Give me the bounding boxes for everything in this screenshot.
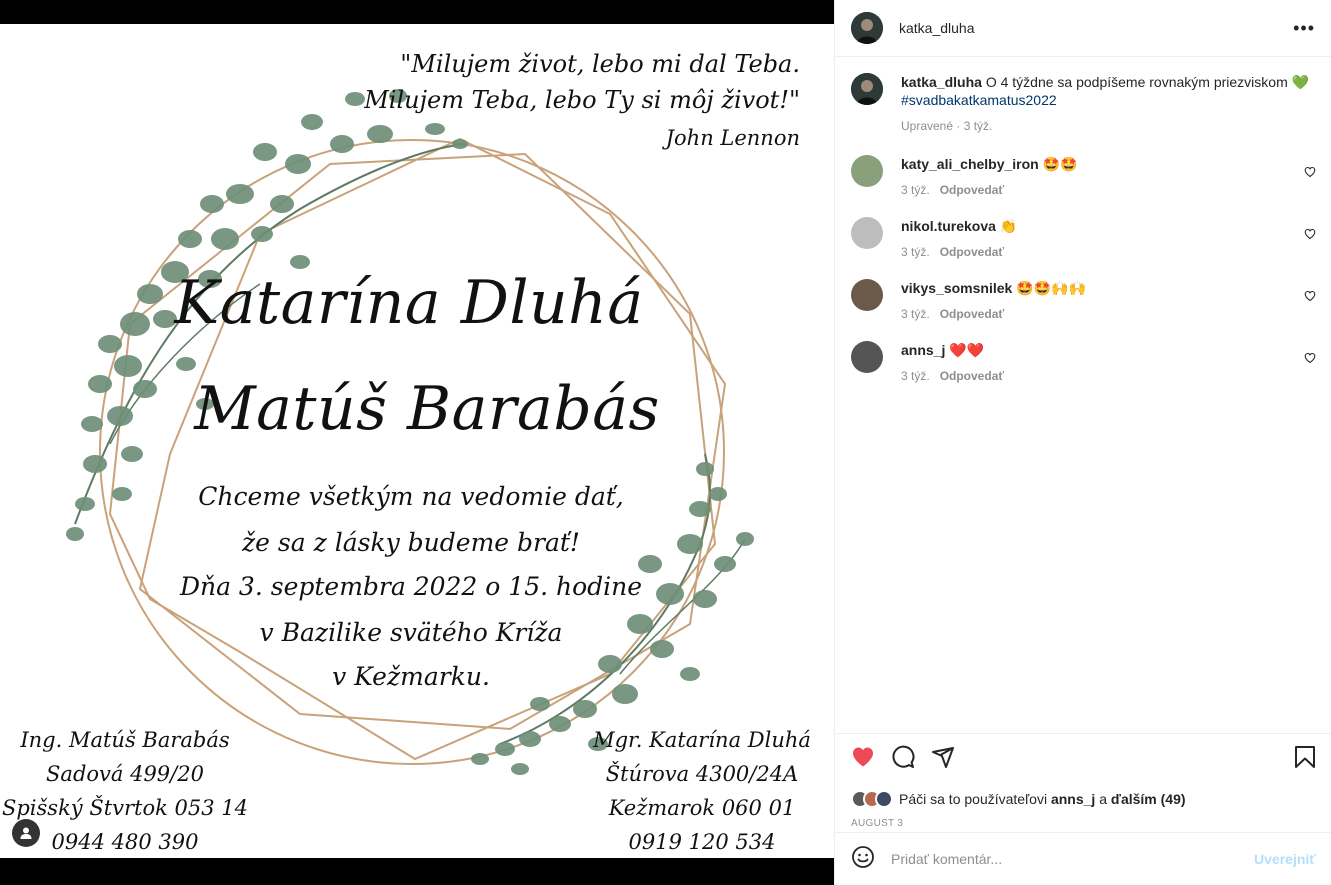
quote-author: John Lennon — [665, 126, 800, 150]
post-side-panel: katka_dluha ••• katka_dluha O 4 týždne s… — [834, 0, 1331, 885]
commenter-username[interactable]: vikys_somsnilek — [901, 280, 1012, 296]
more-options-button[interactable]: ••• — [1293, 18, 1315, 39]
caption-avatar[interactable] — [851, 73, 883, 105]
comment-like-button[interactable] — [1304, 165, 1316, 178]
tagged-users-button[interactable] — [12, 819, 40, 847]
caption-username[interactable]: katka_dluha — [901, 74, 982, 90]
add-comment-bar: Uverejniť — [835, 832, 1331, 885]
post-media[interactable]: "Milujem život, lebo mi dal Teba. Miluje… — [0, 0, 834, 885]
comment-item: vikys_somsnilek 🤩🤩🙌🙌 3 týž. Odpovedať — [851, 279, 1316, 323]
liker-avatar — [875, 790, 893, 808]
post-actions: Páči sa to používateľovi anns_j a ďalším… — [835, 733, 1331, 829]
comments-list[interactable]: katka_dluha O 4 týždne sa podpíšeme rovn… — [835, 57, 1331, 733]
heart-outline-icon — [1304, 166, 1316, 178]
bride-address-city: Kežmarok 060 01 — [608, 796, 796, 820]
reply-button[interactable]: Odpovedať — [940, 245, 1004, 259]
commenter-username[interactable]: katy_ali_chelby_iron — [901, 156, 1039, 172]
commenter-username[interactable]: anns_j — [901, 342, 945, 358]
heart-outline-icon — [1304, 352, 1316, 364]
caption-meta: Upravené · 3 týž. — [901, 119, 993, 133]
groom-address-street: Sadová 499/20 — [46, 762, 204, 786]
comment-text: 👏 — [999, 218, 1018, 234]
wedding-invitation-image: "Milujem život, lebo mi dal Teba. Miluje… — [0, 24, 834, 858]
groom-address-city: Spišský Štvrtok 053 14 — [1, 796, 249, 820]
commenter-avatar[interactable] — [851, 217, 883, 249]
likes-user[interactable]: anns_j — [1051, 791, 1095, 807]
message-line-4: v Bazilike svätého Kríža — [259, 618, 563, 647]
comment-item: katy_ali_chelby_iron 🤩🤩 3 týž. Odpovedať — [851, 155, 1316, 199]
comment-time[interactable]: 3 týž. — [901, 245, 930, 259]
message-line-5: v Kežmarku. — [332, 662, 490, 691]
reply-button[interactable]: Odpovedať — [940, 307, 1004, 321]
reply-button[interactable]: Odpovedať — [940, 369, 1004, 383]
bride-address-name: Mgr. Katarína Dluhá — [593, 728, 811, 752]
likes-conj: a — [1099, 791, 1107, 807]
liker-avatars[interactable] — [851, 790, 893, 808]
commenter-avatar[interactable] — [851, 341, 883, 373]
bride-name: Katarína Dluhá — [174, 268, 644, 338]
like-button[interactable] — [851, 745, 875, 774]
post-header: katka_dluha ••• — [835, 0, 1331, 57]
post-comment-button[interactable]: Uverejniť — [1254, 851, 1316, 867]
message-line-3: Dňa 3. septembra 2022 o 15. hodine — [179, 572, 643, 601]
emoji-button[interactable] — [851, 845, 875, 874]
user-icon — [20, 827, 32, 839]
caption: katka_dluha O 4 týždne sa podpíšeme rovn… — [851, 73, 1316, 135]
likes-others-link[interactable]: ďalším (49) — [1111, 791, 1186, 807]
commenter-username[interactable]: nikol.turekova — [901, 218, 996, 234]
likes-prefix: Páči sa to používateľovi — [899, 791, 1048, 807]
heart-outline-icon — [1304, 290, 1316, 302]
comment-item: anns_j ❤️❤️ 3 týž. Odpovedať — [851, 341, 1316, 385]
commenter-avatar[interactable] — [851, 155, 883, 187]
quote-line-2: Milujem Teba, lebo Ty si môj život!" — [364, 86, 800, 114]
comment-time[interactable]: 3 týž. — [901, 369, 930, 383]
bride-address-street: Štúrova 4300/24A — [605, 762, 799, 786]
comment-button[interactable] — [891, 745, 915, 774]
comment-item: nikol.turekova 👏 3 týž. Odpovedať — [851, 217, 1316, 261]
author-avatar[interactable] — [851, 12, 883, 44]
message-line-1: Chceme všetkým na vedomie dať, — [198, 482, 624, 511]
quote-line-1: "Milujem život, lebo mi dal Teba. — [400, 50, 800, 78]
save-button[interactable] — [1294, 745, 1316, 774]
comment-text: ❤️❤️ — [949, 342, 985, 358]
groom-name: Matúš Barabás — [194, 374, 660, 444]
share-button[interactable] — [931, 745, 955, 774]
comment-like-button[interactable] — [1304, 289, 1316, 302]
likes-summary: Páči sa to používateľovi anns_j a ďalším… — [851, 788, 1316, 810]
author-username[interactable]: katka_dluha — [899, 20, 975, 36]
post-date[interactable]: AUGUST 3 — [851, 818, 1316, 829]
comment-text: 🤩🤩🙌🙌 — [1016, 280, 1086, 296]
more-horizontal-icon: ••• — [1293, 17, 1315, 38]
comment-icon — [892, 745, 915, 768]
bride-phone: 0919 120 534 — [628, 830, 776, 854]
caption-hashtag[interactable]: #svadbakatkamatus2022 — [901, 91, 1309, 109]
emoji-icon — [852, 845, 874, 868]
bookmark-icon — [1295, 745, 1315, 768]
groom-address-name: Ing. Matúš Barabás — [20, 728, 230, 752]
comment-text: 🤩🤩 — [1042, 156, 1078, 172]
reply-button[interactable]: Odpovedať — [940, 183, 1004, 197]
heart-outline-icon — [1304, 228, 1316, 240]
heart-filled-icon — [853, 747, 873, 766]
comment-time[interactable]: 3 týž. — [901, 307, 930, 321]
comment-input[interactable] — [891, 851, 1255, 867]
commenter-avatar[interactable] — [851, 279, 883, 311]
comment-like-button[interactable] — [1304, 351, 1316, 364]
message-line-2: že sa z lásky budeme brať! — [242, 528, 580, 557]
comment-like-button[interactable] — [1304, 227, 1316, 240]
caption-text: O 4 týždne sa podpíšeme rovnakým priezvi… — [985, 74, 1310, 90]
send-icon — [932, 746, 954, 768]
comment-time[interactable]: 3 týž. — [901, 183, 930, 197]
